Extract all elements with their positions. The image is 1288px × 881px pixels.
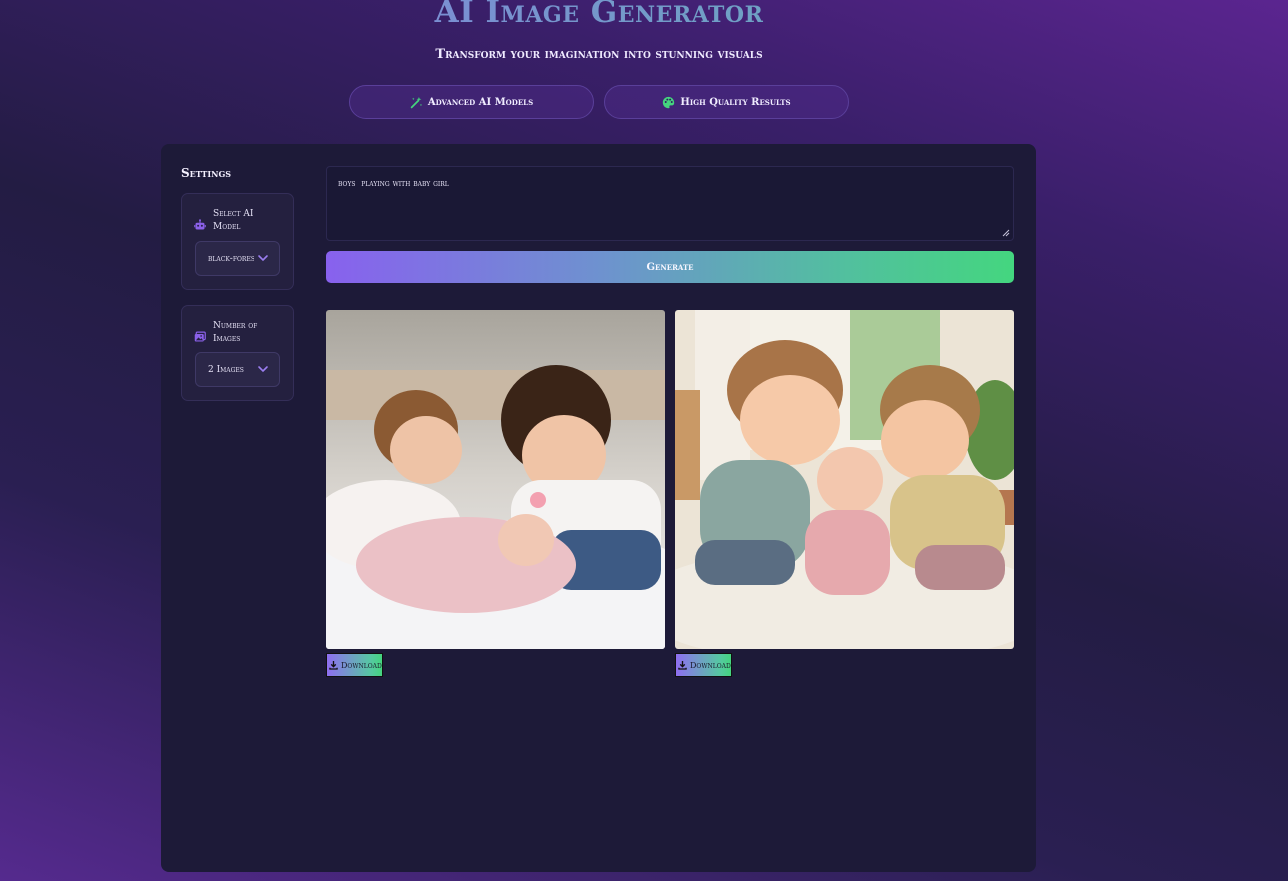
feature-label: High Quality Results [680, 96, 791, 108]
download-button-2[interactable]: Download [675, 653, 732, 677]
model-label: Select AI Model [213, 209, 254, 232]
chevron-down-icon [257, 253, 269, 263]
chevron-down-icon [257, 364, 269, 374]
robot-icon [194, 216, 206, 230]
settings-title: Settings [181, 166, 232, 180]
resize-handle-icon[interactable] [1002, 229, 1010, 237]
magic-wand-icon [410, 96, 423, 109]
download-label: Download [341, 660, 382, 670]
result-card-2: Download [675, 310, 1014, 677]
download-label: Download [690, 660, 731, 670]
page-title: AI Image Generator [0, 0, 1198, 30]
result-card-1: Download [326, 310, 665, 677]
download-button-1[interactable]: Download [326, 653, 383, 677]
page-subtitle: Transform your imagination into stunning… [435, 47, 763, 62]
prompt-text: boys playing with baby girl [338, 179, 449, 189]
prompt-input[interactable]: boys playing with baby girl [326, 166, 1014, 241]
feature-high-quality-results: High Quality Results [604, 85, 849, 119]
model-select-value: black-forest-labs/FLUX [208, 253, 254, 264]
model-setting-card: Select AI Model black-forest-labs/FLUX [181, 193, 294, 290]
images-icon [194, 328, 206, 342]
download-icon [329, 660, 338, 670]
model-select[interactable]: black-forest-labs/FLUX [195, 241, 280, 276]
count-select[interactable]: 2 Images [195, 352, 280, 387]
feature-label: Advanced AI Models [427, 96, 534, 108]
generator-panel: Settings Select AI Model black-forest-la… [161, 144, 1036, 872]
count-label: Number of Images [213, 321, 258, 344]
count-select-value: 2 Images [208, 364, 244, 375]
generated-image-1[interactable] [326, 310, 665, 649]
count-setting-card: Number of Images 2 Images [181, 305, 294, 401]
generated-image-2[interactable] [675, 310, 1014, 649]
generate-button[interactable]: Generate [326, 251, 1014, 283]
feature-advanced-ai-models: Advanced AI Models [349, 85, 594, 119]
palette-icon [662, 96, 675, 109]
download-icon [678, 660, 687, 670]
